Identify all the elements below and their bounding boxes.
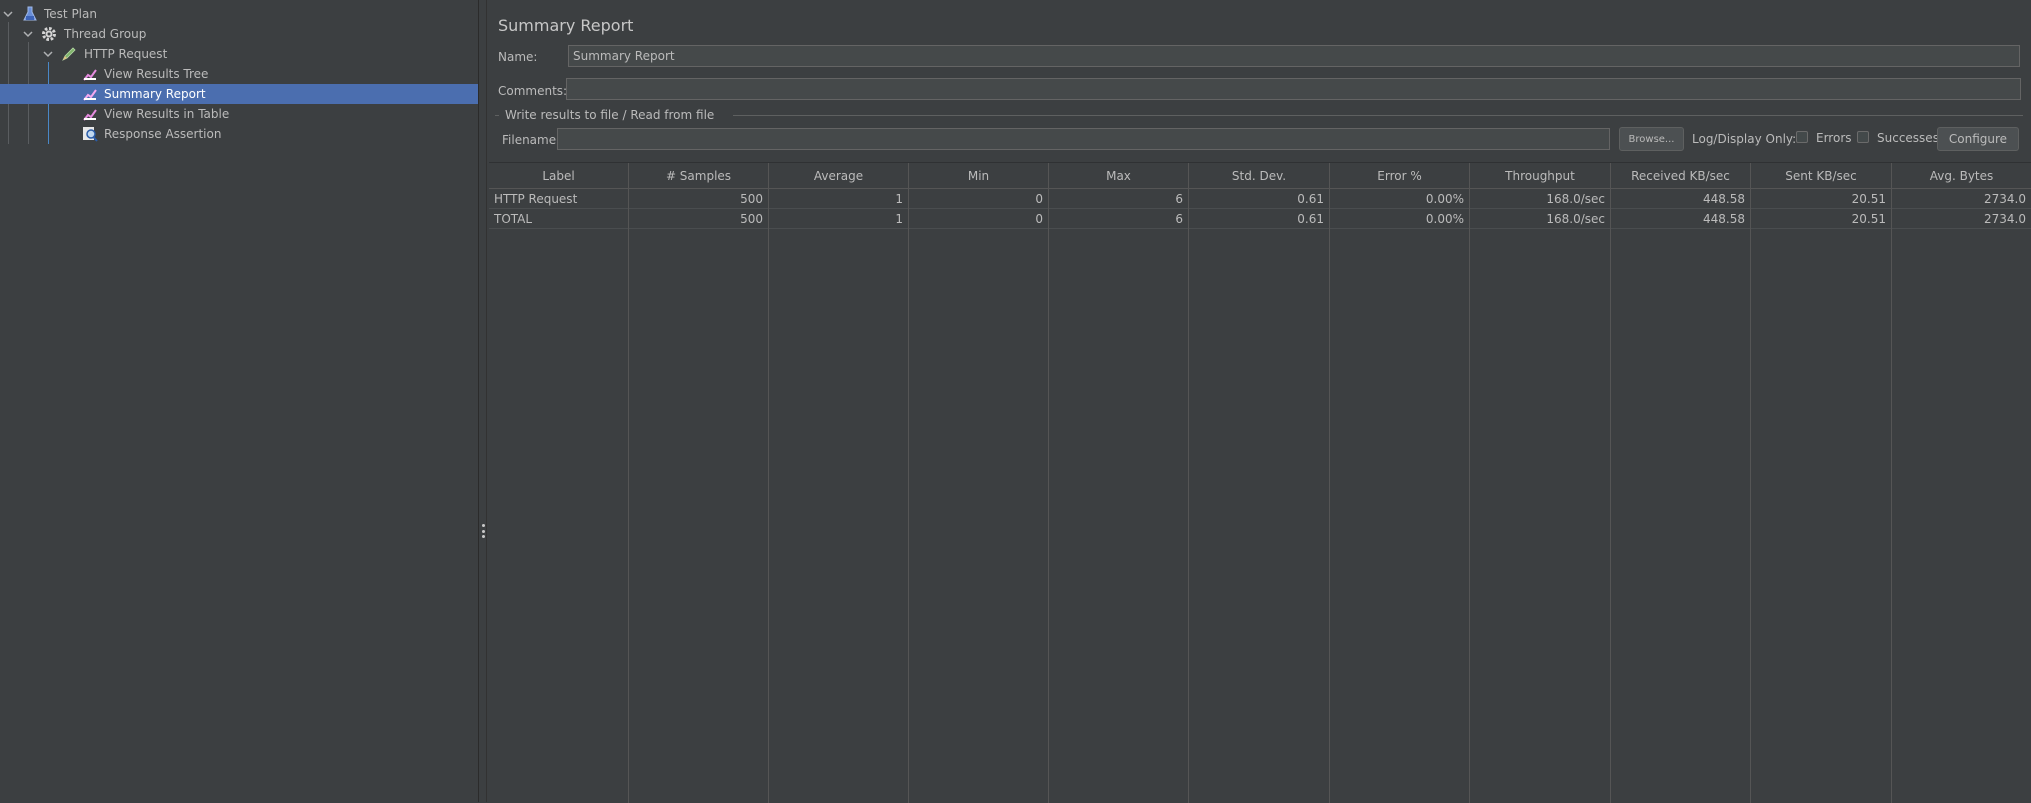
tree-item-label: View Results in Table	[104, 107, 230, 121]
table-cell: 6	[1049, 209, 1189, 229]
pen-icon	[61, 46, 77, 62]
table-cell: 2734.0	[1984, 192, 2026, 206]
chart-icon	[82, 66, 98, 82]
table-header-row: Label # Samples Average Min Max Std. Dev…	[489, 163, 2031, 189]
table-cell: 448.58	[1611, 189, 1751, 209]
name-label: Name:	[498, 50, 538, 64]
successes-label: Successes	[1877, 131, 1939, 145]
table-cell: 168.0/sec	[1470, 209, 1611, 229]
configure-button[interactable]: Configure	[1937, 127, 2019, 151]
table-cell: 0.00%	[1330, 189, 1470, 209]
table-cell: 448.58	[1611, 209, 1751, 229]
errors-checkbox[interactable]	[1796, 131, 1808, 143]
tree-item-thread-group[interactable]: Thread Group	[0, 24, 478, 44]
chevron-down-icon[interactable]	[22, 28, 34, 40]
table-cell: 1	[769, 189, 909, 209]
table-cell: 0.00%	[1330, 209, 1470, 229]
comments-field[interactable]	[566, 78, 2021, 100]
column-header[interactable]: # Samples	[629, 163, 769, 189]
splitter-grip-icon[interactable]	[481, 524, 485, 538]
filename-field[interactable]	[557, 128, 1610, 150]
flask-icon	[22, 6, 38, 22]
table-cell: 2734.0	[1984, 212, 2026, 226]
table-row[interactable]: HTTP Request 500 1 0 6 0.61 0.00% 168.0/…	[489, 189, 2031, 209]
test-plan-tree: Test Plan Thread Group HTTP Request View…	[0, 0, 478, 802]
table-cell: 500	[629, 189, 769, 209]
column-header[interactable]: Sent KB/sec	[1751, 163, 1892, 189]
table-cell: 0	[909, 209, 1049, 229]
chart-icon	[82, 106, 98, 122]
file-group-border	[733, 115, 2023, 116]
file-group-label: Write results to file / Read from file	[505, 108, 715, 122]
column-header[interactable]: Min	[909, 163, 1049, 189]
table-row[interactable]: TOTAL 500 1 0 6 0.61 0.00% 168.0/sec 448…	[489, 209, 2031, 229]
name-field[interactable]	[568, 45, 2020, 67]
table-cell: TOTAL	[489, 209, 629, 229]
browse-button[interactable]: Browse...	[1619, 127, 1684, 151]
comments-label: Comments:	[498, 84, 568, 98]
tree-item-label: HTTP Request	[84, 47, 168, 61]
column-header[interactable]: Average	[769, 163, 909, 189]
column-divider	[1048, 189, 1049, 803]
tree-item-http-request[interactable]: HTTP Request	[0, 44, 478, 64]
tree-item-label: View Results Tree	[104, 67, 209, 81]
table-cell: 168.0/sec	[1470, 189, 1611, 209]
file-group-border	[495, 115, 499, 116]
tree-item-label: Response Assertion	[104, 127, 222, 141]
filename-label: Filename	[502, 133, 557, 147]
column-divider	[1610, 189, 1611, 803]
chart-icon	[82, 86, 98, 102]
magnifier-icon	[82, 126, 98, 142]
column-header[interactable]: Std. Dev.	[1189, 163, 1330, 189]
column-header[interactable]: Max	[1049, 163, 1189, 189]
summary-table: Label # Samples Average Min Max Std. Dev…	[489, 162, 2031, 803]
successes-checkbox[interactable]	[1857, 131, 1869, 143]
table-cell: 1	[769, 209, 909, 229]
table-cell: 0.61	[1189, 209, 1330, 229]
column-divider	[768, 189, 769, 803]
column-divider	[1329, 189, 1330, 803]
gear-icon	[41, 26, 57, 42]
column-divider	[1891, 189, 1892, 803]
column-divider	[1750, 189, 1751, 803]
chevron-down-icon[interactable]	[2, 8, 14, 20]
tree-item-label: Thread Group	[64, 27, 147, 41]
table-cell: 500	[629, 209, 769, 229]
tree-item-view-results-in-table[interactable]: View Results in Table	[0, 104, 478, 124]
tree-item-view-results-tree[interactable]: View Results Tree	[0, 64, 478, 84]
column-divider	[628, 189, 629, 803]
page-title: Summary Report	[498, 16, 634, 35]
table-cell: 0.61	[1189, 189, 1330, 209]
column-header[interactable]: Avg. Bytes	[1892, 163, 2031, 189]
table-cell: HTTP Request	[489, 189, 629, 209]
tree-item-label: Summary Report	[104, 87, 206, 101]
column-header[interactable]: Received KB/sec	[1611, 163, 1751, 189]
tree-item-summary-report[interactable]: Summary Report	[0, 84, 478, 104]
panel-splitter[interactable]	[478, 0, 487, 802]
tree-item-test-plan[interactable]: Test Plan	[0, 4, 478, 24]
table-cell: 6	[1049, 189, 1189, 209]
tree-item-label: Test Plan	[44, 7, 97, 21]
chevron-down-icon[interactable]	[42, 48, 54, 60]
column-header[interactable]: Label	[489, 163, 629, 189]
column-divider	[1469, 189, 1470, 803]
column-header[interactable]: Throughput	[1470, 163, 1611, 189]
column-divider	[908, 189, 909, 803]
tree-item-response-assertion[interactable]: Response Assertion	[0, 124, 478, 144]
log-display-label: Log/Display Only:	[1692, 132, 1797, 146]
errors-label: Errors	[1816, 131, 1852, 145]
table-cell: 0	[909, 189, 1049, 209]
column-divider	[1188, 189, 1189, 803]
column-header[interactable]: Error %	[1330, 163, 1470, 189]
table-cell: 20.51	[1751, 189, 1892, 209]
table-cell: 20.51	[1751, 209, 1892, 229]
